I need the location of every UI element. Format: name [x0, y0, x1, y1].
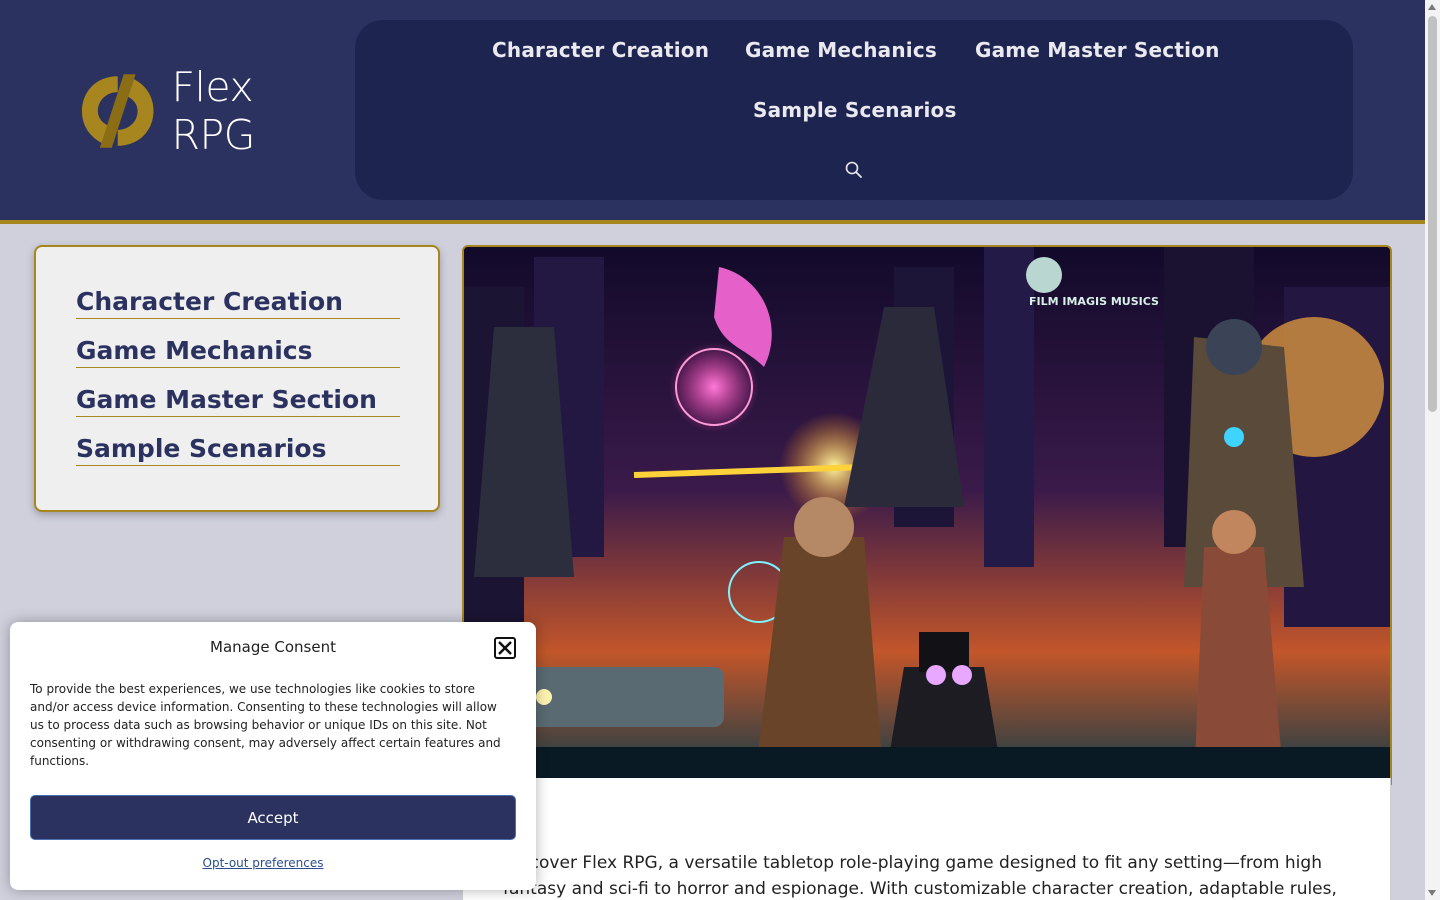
- consent-body: To provide the best experiences, we use …: [30, 682, 501, 768]
- sidebar-item-character-creation[interactable]: Character Creation: [76, 287, 400, 319]
- site-logo[interactable]: Flex RPG: [78, 63, 348, 159]
- accept-button[interactable]: Accept: [30, 795, 516, 840]
- intro-paragraph: Discover Flex RPG, a versatile tabletop …: [503, 853, 1337, 899]
- scroll-down-arrow-icon[interactable]: [1428, 890, 1436, 896]
- site-header: Flex RPG Character Creation Game Mechani…: [0, 0, 1425, 224]
- opt-out-preferences-link[interactable]: Opt-out preferences: [10, 856, 516, 870]
- nav-item-character-creation[interactable]: Character Creation: [492, 38, 709, 62]
- consent-dialog: Manage Consent To provide the best exper…: [10, 622, 536, 890]
- nav-item-sample-scenarios[interactable]: Sample Scenarios: [753, 98, 957, 122]
- hero-illustration: FILM IMAGIS MUSICS: [464, 247, 1390, 783]
- nav-item-game-mechanics[interactable]: Game Mechanics: [745, 38, 937, 62]
- scroll-up-arrow-icon[interactable]: [1428, 4, 1436, 10]
- sidebar-item-game-mechanics[interactable]: Game Mechanics: [76, 336, 400, 368]
- main-nav: Character Creation Game Mechanics Game M…: [355, 20, 1353, 200]
- search-icon[interactable]: [844, 160, 864, 180]
- hero-sign-text: FILM IMAGIS MUSICS: [1029, 295, 1159, 308]
- sidebar-item-game-master-section[interactable]: Game Master Section: [76, 385, 400, 417]
- page-scrollbar[interactable]: [1425, 0, 1440, 900]
- scroll-thumb[interactable]: [1428, 16, 1437, 412]
- logo-text: Flex RPG: [171, 63, 255, 159]
- main-content: Discover Flex RPG, a versatile tabletop …: [462, 778, 1391, 900]
- logo-mark-icon: [81, 74, 154, 148]
- sidebar-item-sample-scenarios[interactable]: Sample Scenarios: [76, 434, 400, 466]
- nav-item-game-master-section[interactable]: Game Master Section: [975, 38, 1220, 62]
- consent-title: Manage Consent: [210, 638, 336, 656]
- sidebar-menu: Character Creation Game Mechanics Game M…: [34, 245, 440, 512]
- close-icon[interactable]: [494, 637, 516, 659]
- hero-image: FILM IMAGIS MUSICS: [462, 245, 1392, 785]
- close-x-icon: [498, 641, 512, 655]
